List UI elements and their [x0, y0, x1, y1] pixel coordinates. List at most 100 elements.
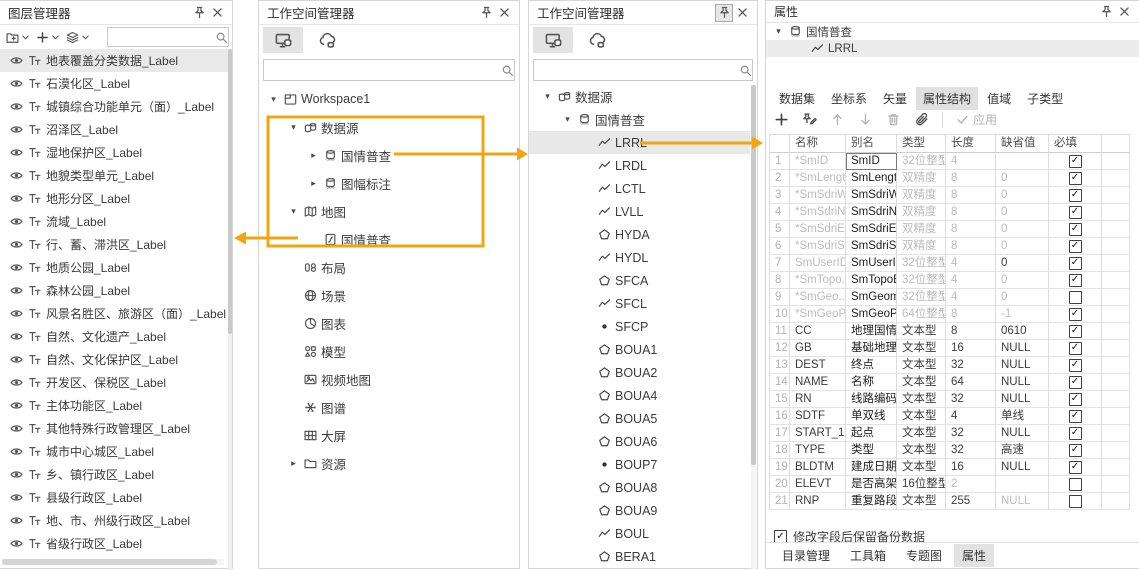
apply-button[interactable]: 应用 — [956, 111, 997, 128]
expander-icon[interactable]: ▾ — [287, 122, 300, 133]
required-checkbox[interactable] — [1069, 410, 1082, 423]
dataset-item[interactable]: BOUA2 — [529, 361, 750, 384]
cell-name[interactable]: BLDTM — [790, 459, 846, 476]
cell-name[interactable]: *SmLength — [790, 170, 846, 187]
cell-alias[interactable]: 终点 — [846, 357, 897, 374]
dataset-item[interactable]: ▾UDB国情普查 — [529, 108, 750, 131]
cell-len[interactable]: 32 — [946, 442, 996, 459]
required-checkbox[interactable] — [1069, 461, 1082, 474]
cell-alias[interactable]: 重复路段... — [846, 493, 897, 510]
add-layer-button[interactable] — [33, 29, 63, 46]
dataset-item[interactable]: BOUA8 — [529, 476, 750, 499]
cell-def[interactable]: 0 — [996, 204, 1049, 221]
cell-name[interactable]: ELEVT — [790, 476, 846, 493]
cell-type[interactable]: 32位整型 — [897, 289, 946, 306]
tree-item[interactable]: ▾数据源 — [259, 113, 519, 141]
cell-name[interactable]: START_1 — [790, 425, 846, 442]
cell-type[interactable]: 双精度 — [897, 170, 946, 187]
layer-item[interactable]: 省级行政区_Label — [0, 532, 228, 555]
bottom-tab[interactable]: 专题图 — [898, 544, 950, 567]
tab-item[interactable]: 数据集 — [772, 87, 822, 110]
move-up-button[interactable] — [830, 112, 845, 127]
cell-type[interactable]: 双精度 — [897, 238, 946, 255]
dataset-item[interactable]: SFCA — [529, 269, 750, 292]
cell-def[interactable] — [996, 153, 1049, 170]
cell-name[interactable]: DEST — [790, 357, 846, 374]
bottom-tab[interactable]: 目录管理 — [774, 544, 838, 567]
required-checkbox[interactable] — [1069, 478, 1082, 491]
pin-button[interactable] — [477, 4, 495, 22]
dataset-item[interactable]: BOUA5 — [529, 407, 750, 430]
close-button[interactable] — [733, 4, 751, 22]
dataset-item[interactable]: LCTL — [529, 177, 750, 200]
cell-alias[interactable]: SmTopoE... — [846, 272, 897, 289]
cell-alias[interactable]: SmSdriS — [846, 238, 897, 255]
cell-name[interactable]: TYPE — [790, 442, 846, 459]
cell-len[interactable]: 32 — [946, 391, 996, 408]
tab-item[interactable]: 值域 — [980, 87, 1018, 110]
tree-item[interactable]: 图表 — [259, 309, 519, 337]
tree-item[interactable]: 图谱 — [259, 393, 519, 421]
expander-icon[interactable]: ▾ — [541, 91, 554, 102]
layer-item[interactable]: 地貌类型单元_Label — [0, 164, 228, 187]
layer-item[interactable]: 自然、文化遗产_Label — [0, 325, 228, 348]
cell-name[interactable]: SDTF — [790, 408, 846, 425]
properties-tree-item[interactable]: LRRL — [766, 40, 1139, 57]
cell-alias[interactable]: 建成日期 — [846, 459, 897, 476]
cell-def[interactable]: 0610 — [996, 323, 1049, 340]
layer-item[interactable]: 乡、镇行政区_Label — [0, 463, 228, 486]
cell-alias[interactable]: 单双线 — [846, 408, 897, 425]
tab-item[interactable]: 坐标系 — [824, 87, 874, 110]
cell-alias[interactable]: SmID — [846, 153, 897, 170]
cell-len[interactable]: 8 — [946, 306, 996, 323]
tab-active[interactable]: 属性结构 — [916, 87, 978, 110]
cell-name[interactable]: *SmSdriN — [790, 204, 846, 221]
cell-alias[interactable]: 起点 — [846, 425, 897, 442]
cell-type[interactable]: 双精度 — [897, 187, 946, 204]
cell-alias[interactable]: SmGeoPo... — [846, 306, 897, 323]
cell-alias[interactable]: SmGeom... — [846, 289, 897, 306]
cell-len[interactable]: 4 — [946, 408, 996, 425]
tree-item[interactable]: ▸UDB国情普查 — [259, 141, 519, 169]
cell-name[interactable]: SmUserID — [790, 255, 846, 272]
cell-type[interactable]: 文本型 — [897, 408, 946, 425]
cell-type[interactable]: 文本型 — [897, 340, 946, 357]
cell-def[interactable]: 单线 — [996, 408, 1049, 425]
expander-icon[interactable]: ▸ — [287, 458, 300, 469]
cell-def[interactable]: NULL — [996, 391, 1049, 408]
required-checkbox[interactable] — [1069, 427, 1082, 440]
expander-icon[interactable]: ▾ — [287, 206, 300, 217]
expander-icon[interactable]: ▾ — [267, 94, 280, 105]
dataset-item[interactable]: LRDL — [529, 154, 750, 177]
required-checkbox[interactable] — [1069, 291, 1082, 304]
required-checkbox[interactable] — [1069, 495, 1082, 508]
bottom-tab[interactable]: 属性 — [954, 544, 994, 567]
required-checkbox[interactable] — [1069, 444, 1082, 457]
cell-alias[interactable]: 类型 — [846, 442, 897, 459]
cell-len[interactable]: 8 — [946, 323, 996, 340]
tree-item[interactable]: 大屏 — [259, 421, 519, 449]
layer-item[interactable]: 地质公园_Label — [0, 256, 228, 279]
layer-item[interactable]: 流域_Label — [0, 210, 228, 233]
cell-alias[interactable]: SmSdriE — [846, 221, 897, 238]
tab-item[interactable]: 矢量 — [876, 87, 914, 110]
dataset-item[interactable]: BOUA1 — [529, 338, 750, 361]
close-button[interactable] — [1115, 3, 1133, 21]
layer-item[interactable]: 地表覆盖分类数据_Label — [0, 49, 228, 72]
cell-def[interactable]: 0 — [996, 170, 1049, 187]
cell-len[interactable]: 8 — [946, 170, 996, 187]
required-checkbox[interactable] — [1069, 172, 1082, 185]
cell-type[interactable]: 文本型 — [897, 425, 946, 442]
insert-field-button[interactable] — [802, 112, 817, 127]
search-input[interactable] — [534, 62, 739, 78]
required-checkbox[interactable] — [1069, 393, 1082, 406]
required-checkbox[interactable] — [1069, 274, 1082, 287]
dataset-item[interactable]: HYDL — [529, 246, 750, 269]
tree-item[interactable]: ▾Workspace1 — [259, 85, 519, 113]
pin-button[interactable] — [190, 4, 208, 22]
cell-def[interactable]: 0 — [996, 255, 1049, 272]
cell-name[interactable]: CC — [790, 323, 846, 340]
tree-item[interactable]: 布局 — [259, 253, 519, 281]
dataset-item[interactable]: ▾数据源 — [529, 85, 750, 108]
dataset-item[interactable]: HYDA — [529, 223, 750, 246]
